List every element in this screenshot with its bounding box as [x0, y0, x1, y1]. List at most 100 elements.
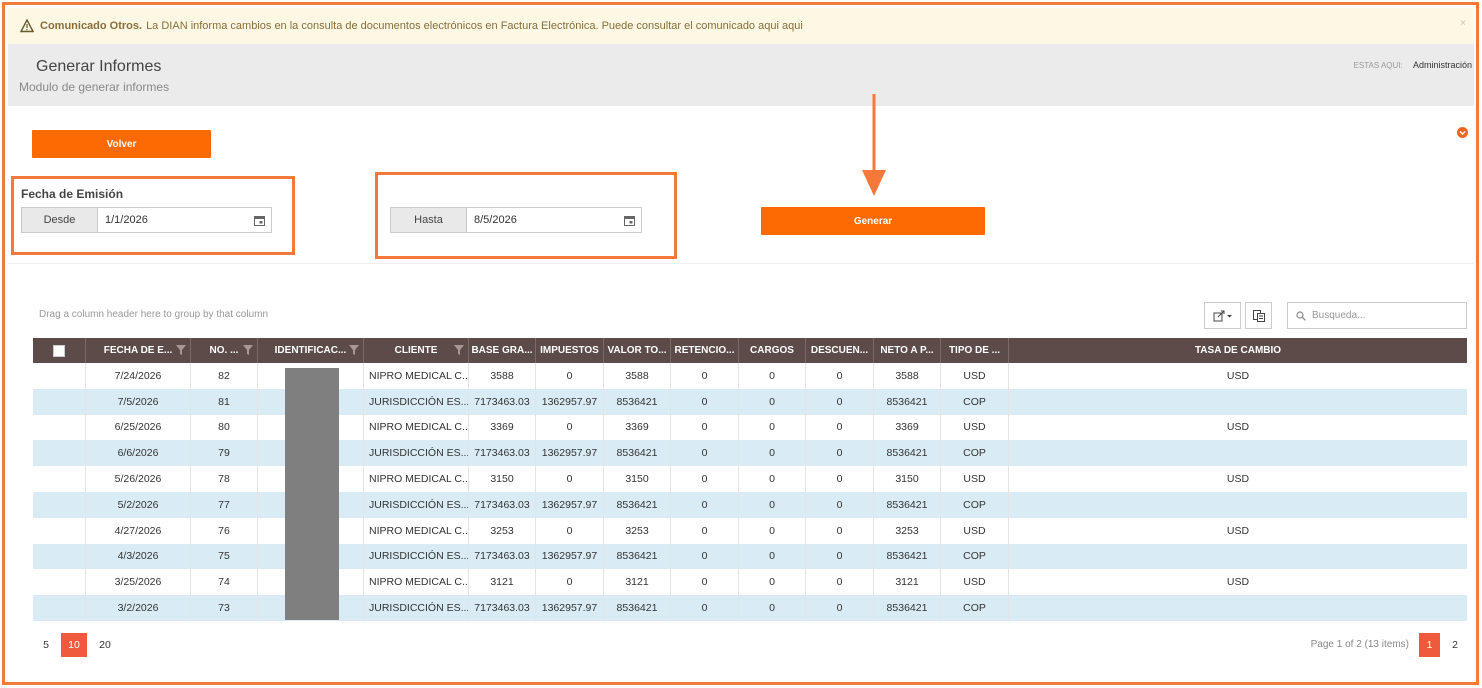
table-cell: 79: [191, 440, 258, 467]
table-row[interactable]: 7/24/2026 82 NIPRO MEDICAL C... 3588 0 3588 0 0…: [33, 363, 1467, 389]
page-size-10[interactable]: 10: [61, 633, 87, 657]
header-identificacion[interactable]: IDENTIFICAC...: [258, 338, 364, 363]
table-cell: NIPRO MEDICAL C...: [364, 414, 469, 441]
table-row[interactable]: 6/6/2026 79 JURISDICCIÓN ES... 7173463.03 13…: [33, 440, 1467, 467]
table-row[interactable]: 3/25/2026 74 NIPRO MEDICAL C... 3121 0 3121 0 0…: [33, 569, 1467, 596]
row-select-cell[interactable]: [33, 388, 86, 415]
table-cell: 3/25/2026: [86, 569, 191, 596]
header-descuento[interactable]: DESCUEN...: [806, 338, 874, 363]
header-cargos[interactable]: CARGOS: [739, 338, 806, 363]
table-cell: 8536421: [874, 388, 941, 415]
table-cell: 0: [806, 363, 874, 389]
table-cell: NIPRO MEDICAL C...: [364, 363, 469, 389]
page-size-20[interactable]: 20: [93, 633, 117, 657]
table-cell: 74: [191, 569, 258, 596]
table-cell: 7173463.03: [469, 595, 536, 621]
filter-icon[interactable]: [349, 345, 359, 355]
row-select-cell[interactable]: [33, 491, 86, 518]
header-valor[interactable]: VALOR TO...: [604, 338, 671, 363]
table-cell: 3253: [604, 517, 671, 544]
row-select-cell[interactable]: [33, 543, 86, 570]
row-select-cell[interactable]: [33, 414, 86, 441]
table-cell: 0: [671, 517, 739, 544]
pager: 5 10 20 Page 1 of 2 (13 items) 1 2: [33, 633, 1467, 657]
table-cell: 0: [671, 595, 739, 621]
close-icon[interactable]: ×: [1460, 18, 1466, 29]
table-cell: 73: [191, 595, 258, 621]
row-select-cell[interactable]: [33, 569, 86, 596]
table-cell: 1362957.97: [536, 543, 604, 570]
back-button[interactable]: Volver: [32, 130, 211, 158]
page-2[interactable]: 2: [1445, 633, 1465, 657]
select-all-cell[interactable]: [33, 338, 86, 363]
desde-date-picker[interactable]: Desde 1/1/2026: [21, 207, 272, 233]
row-select-cell[interactable]: [33, 466, 86, 492]
table-row[interactable]: 4/27/2026 76 NIPRO MEDICAL C... 3253 0 3253 0 0…: [33, 517, 1467, 544]
hasta-date-picker[interactable]: Hasta 8/5/2026: [390, 207, 642, 233]
table-cell: 3121: [604, 569, 671, 596]
header-tipo[interactable]: TIPO DE ...: [941, 338, 1009, 363]
row-select-cell[interactable]: [33, 595, 86, 621]
row-select-cell[interactable]: [33, 517, 86, 544]
desde-label: Desde: [22, 208, 98, 232]
table-cell: 3121: [469, 569, 536, 596]
page-1[interactable]: 1: [1419, 633, 1440, 657]
filter-icon[interactable]: [243, 345, 253, 355]
desde-input[interactable]: 1/1/2026: [98, 208, 247, 232]
table-cell: 8536421: [874, 440, 941, 467]
table-row[interactable]: 6/25/2026 80 NIPRO MEDICAL C... 3369 0 3369 0 0…: [33, 414, 1467, 441]
page-size-5[interactable]: 5: [35, 633, 57, 657]
header-retencion[interactable]: RETENCIO...: [671, 338, 739, 363]
header-label: CLIENTE: [394, 345, 438, 356]
table-cell: 0: [739, 466, 806, 492]
search-placeholder: Busqueda...: [1312, 310, 1366, 321]
hasta-input[interactable]: 8/5/2026: [467, 208, 617, 232]
breadcrumb-current[interactable]: Administración: [1413, 60, 1472, 70]
table-row[interactable]: 5/26/2026 78 NIPRO MEDICAL C... 3150 0 3150 0 0…: [33, 466, 1467, 492]
table-cell: 75: [191, 543, 258, 570]
page-title: Generar Informes: [36, 58, 162, 75]
header-fecha[interactable]: FECHA DE E...: [86, 338, 191, 363]
table-cell: [1009, 544, 1467, 570]
table-cell: 0: [806, 466, 874, 492]
table-cell: JURISDICCIÓN ES...: [364, 595, 469, 621]
calendar-icon[interactable]: [247, 208, 271, 232]
table-cell: 1362957.97: [536, 595, 604, 621]
table-row[interactable]: 5/2/2026 77 JURISDICCIÓN ES... 7173463.03 13…: [33, 491, 1467, 518]
header-tasa[interactable]: TASA DE CAMBIO: [1009, 338, 1467, 363]
table-cell: 0: [536, 466, 604, 492]
generate-button[interactable]: Generar: [761, 207, 985, 235]
page-subtitle: Modulo de generar informes: [19, 80, 170, 94]
header-impuestos[interactable]: IMPUESTOS: [536, 338, 604, 363]
header-cliente[interactable]: CLIENTE: [364, 338, 469, 363]
table-cell: USD: [941, 569, 1009, 596]
table-row[interactable]: 3/2/2026 73 JURISDICCIÓN ES... 7173463.03 13…: [33, 595, 1467, 621]
table-cell: 0: [806, 388, 874, 415]
filter-icon[interactable]: [176, 345, 186, 355]
header-base[interactable]: BASE GRA...: [469, 338, 536, 363]
column-chooser-button[interactable]: [1245, 302, 1272, 329]
table-cell: 3588: [604, 363, 671, 389]
export-button[interactable]: [1204, 302, 1241, 329]
search-input[interactable]: Busqueda...: [1287, 302, 1467, 329]
select-all-checkbox[interactable]: [53, 344, 65, 357]
table-row[interactable]: 7/5/2026 81 JURISDICCIÓN ES... 7173463.03 13…: [33, 388, 1467, 415]
table-cell: 7/5/2026: [86, 388, 191, 415]
notice-message: La DIAN informa cambios en la consulta d…: [146, 20, 803, 32]
row-select-cell[interactable]: [33, 440, 86, 467]
table-cell: 0: [739, 491, 806, 518]
table-cell: 0: [806, 491, 874, 518]
header-neto[interactable]: NETO A P...: [874, 338, 941, 363]
table-row[interactable]: 4/3/2026 75 JURISDICCIÓN ES... 7173463.03 13…: [33, 543, 1467, 570]
table-cell: USD: [1226, 576, 1250, 589]
chevron-down-icon[interactable]: [1457, 127, 1468, 138]
calendar-icon[interactable]: [617, 208, 641, 232]
table-cell: 3150: [874, 466, 941, 492]
table-cell: USD: [941, 466, 1009, 492]
filter-icon[interactable]: [454, 345, 464, 355]
row-select-cell[interactable]: [33, 363, 86, 389]
column-chooser-icon: [1252, 309, 1265, 322]
table-cell: 7173463.03: [469, 543, 536, 570]
table-cell: COP: [941, 491, 1009, 518]
header-no[interactable]: NO. ...: [191, 338, 258, 363]
